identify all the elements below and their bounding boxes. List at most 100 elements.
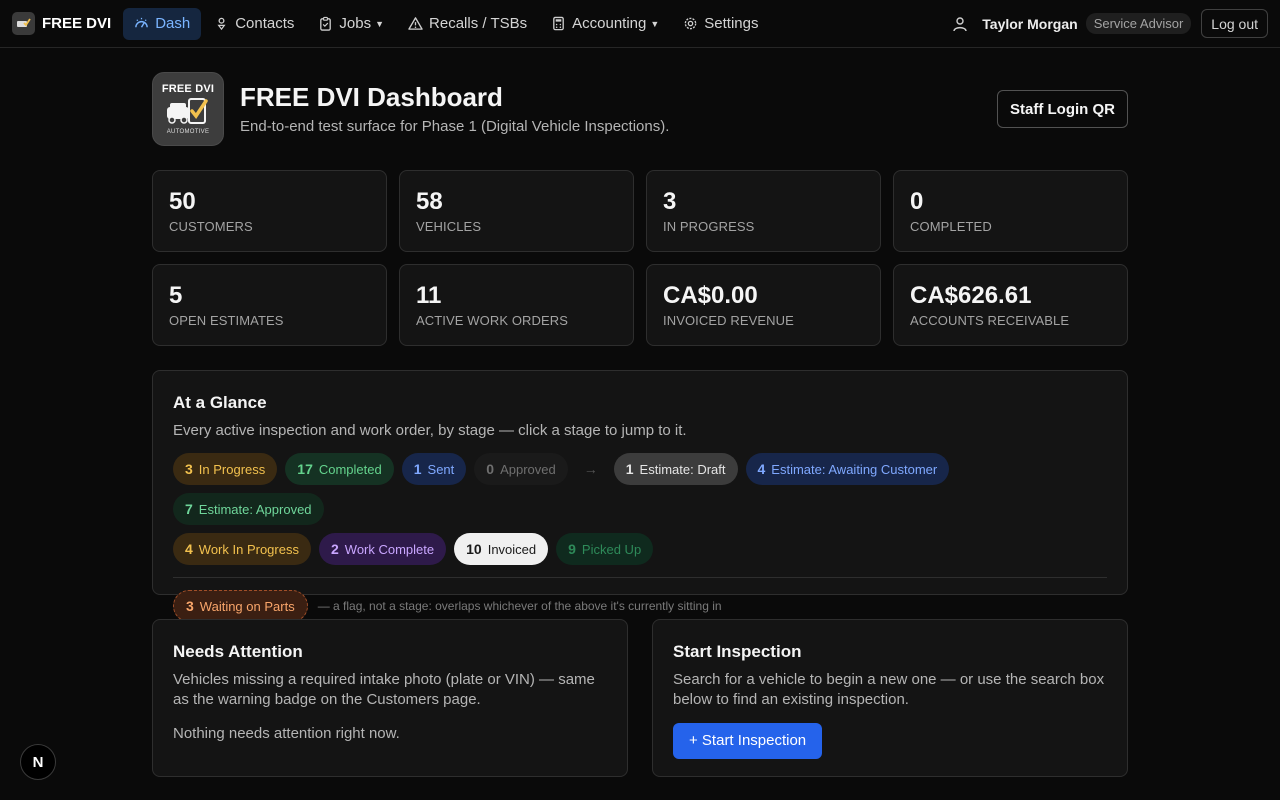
- logo-top-text: FREE DVI: [161, 83, 215, 95]
- stat-label: CUSTOMERS: [169, 219, 253, 235]
- stat-value: 11: [416, 282, 442, 309]
- stage-pill-picked-up[interactable]: 9 Picked Up: [556, 533, 654, 566]
- start-inspection-subtitle: Search for a vehicle to begin a new one …: [673, 671, 1105, 709]
- stage-count: 4: [757, 461, 766, 478]
- stage-label: In Progress: [198, 461, 266, 477]
- stage-pill-work-in-progress[interactable]: 4 Work In Progress: [173, 533, 311, 566]
- stat-label: IN PROGRESS: [663, 219, 755, 235]
- stage-pill-estimate-awaiting[interactable]: 4 Estimate: Awaiting Customer: [745, 453, 950, 486]
- nav-accounting-label: Accounting: [572, 15, 647, 32]
- brand-name: FREE DVI: [42, 15, 112, 32]
- stat-value: 3: [663, 188, 677, 215]
- nav-settings[interactable]: Settings: [672, 8, 769, 40]
- stat-value: 58: [416, 188, 443, 215]
- nav-recalls[interactable]: Recalls / TSBs: [397, 8, 538, 40]
- stat-label: COMPLETED: [910, 219, 992, 235]
- stat-card-open-estimates[interactable]: 5 OPEN ESTIMATES: [152, 264, 387, 346]
- nav-jobs[interactable]: Jobs ▼: [307, 8, 395, 40]
- stat-value: 50: [169, 188, 196, 215]
- main-nav: Dash Contacts Jobs ▼ Recalls / TSBs Acco…: [123, 7, 769, 40]
- stage-pill-invoiced[interactable]: 10 Invoiced: [454, 533, 549, 566]
- warning-icon: [408, 17, 423, 30]
- page-subtitle: End-to-end test surface for Phase 1 (Dig…: [240, 117, 670, 135]
- nav-recalls-label: Recalls / TSBs: [429, 15, 528, 32]
- dashboard-icon: [135, 17, 149, 28]
- bottom-cards: Needs Attention Vehicles missing a requi…: [152, 619, 1128, 777]
- page-header: FREE DVI AUTOMOTIVE FREE DVI Dashboard E…: [152, 72, 1128, 146]
- stage-pill-estimate-approved[interactable]: 7 Estimate: Approved: [173, 493, 324, 526]
- stage-pill-work-complete[interactable]: 2 Work Complete: [318, 533, 447, 566]
- nav-contacts[interactable]: Contacts: [203, 8, 305, 40]
- stage-pill-sent[interactable]: 1 Sent: [401, 453, 467, 486]
- stage-count: 2: [330, 541, 339, 558]
- stage-pill-completed[interactable]: 17 Completed: [285, 453, 394, 486]
- stage-pill-approved[interactable]: 0 Approved: [474, 453, 568, 486]
- divider: [173, 577, 1107, 579]
- stat-label: ACCOUNTS RECEIVABLE: [910, 313, 1070, 329]
- stage-label: Invoiced: [487, 541, 537, 557]
- nav-dash-label: Dash: [155, 15, 191, 32]
- stat-value: CA$0.00: [663, 282, 758, 309]
- flag-label: Waiting on Parts: [199, 598, 295, 614]
- stat-card-in-progress[interactable]: 3 IN PROGRESS: [646, 170, 881, 252]
- glance-subtitle: Every active inspection and work order, …: [173, 422, 687, 439]
- title-block: FREE DVI Dashboard End-to-end test surfa…: [240, 83, 669, 135]
- stage-count: 3: [185, 461, 193, 478]
- stat-label: OPEN ESTIMATES: [169, 313, 284, 329]
- clipboard-icon: [320, 16, 332, 31]
- at-a-glance-card: At a Glance Every active inspection and …: [152, 370, 1128, 623]
- stage-label: Sent: [427, 461, 455, 477]
- stage-count: 1: [625, 461, 634, 478]
- stage-count: 10: [466, 541, 482, 558]
- stage-label: Picked Up: [581, 541, 642, 557]
- dev-tools-badge-letter: N: [32, 753, 44, 771]
- needs-attention-title: Needs Attention: [173, 642, 303, 661]
- dev-tools-badge[interactable]: N: [20, 744, 56, 780]
- stage-label: Estimate: Draft: [639, 461, 726, 477]
- stat-label: ACTIVE WORK ORDERS: [416, 313, 569, 329]
- stage-count: 7: [185, 501, 193, 518]
- staff-login-qr-button[interactable]: Staff Login QR: [997, 90, 1128, 128]
- nav-dash[interactable]: Dash: [123, 7, 202, 40]
- stage-count: 17: [297, 461, 313, 478]
- top-nav: FREE DVI Dash Contacts Jobs ▼ Recalls / …: [0, 0, 1280, 48]
- nav-contacts-label: Contacts: [235, 15, 295, 32]
- flag-pill-waiting-on-parts[interactable]: 3 Waiting on Parts: [173, 590, 308, 623]
- stage-label: Work Complete: [344, 541, 435, 557]
- stage-pill-estimate-draft[interactable]: 1 Estimate: Draft: [613, 453, 738, 486]
- flag-count: 3: [186, 598, 194, 615]
- chevron-down-icon: ▼: [375, 18, 385, 29]
- page-title: FREE DVI Dashboard: [240, 82, 503, 113]
- stat-value: 5: [169, 282, 183, 309]
- main-content: FREE DVI AUTOMOTIVE FREE DVI Dashboard E…: [152, 48, 1128, 777]
- stage-pill-in-progress[interactable]: 3 In Progress: [173, 453, 278, 486]
- stat-card-active-work-orders[interactable]: 11 ACTIVE WORK ORDERS: [399, 264, 634, 346]
- needs-attention-empty: Nothing needs attention right now.: [173, 724, 400, 742]
- stat-card-completed[interactable]: 0 COMPLETED: [893, 170, 1128, 252]
- stat-card-customers[interactable]: 50 CUSTOMERS: [152, 170, 387, 252]
- car-check-icon: [167, 98, 208, 124]
- user-area: Taylor Morgan Service Advisor Log out: [952, 9, 1268, 38]
- logout-button[interactable]: Log out: [1201, 9, 1268, 38]
- stat-card-vehicles[interactable]: 58 VEHICLES: [399, 170, 634, 252]
- start-inspection-title: Start Inspection: [673, 642, 802, 661]
- stat-value: 0: [910, 188, 924, 215]
- flag-note: — a flag, not a stage: overlaps whicheve…: [317, 599, 722, 614]
- glance-title: At a Glance: [173, 393, 267, 412]
- stat-label: VEHICLES: [416, 219, 482, 235]
- brand[interactable]: FREE DVI: [12, 12, 111, 35]
- stat-label: INVOICED REVENUE: [663, 313, 794, 329]
- stage-count: 9: [568, 541, 576, 558]
- contacts-icon: [217, 17, 226, 31]
- stat-card-invoiced-revenue[interactable]: CA$0.00 INVOICED REVENUE: [646, 264, 881, 346]
- start-inspection-card: Start Inspection Search for a vehicle to…: [652, 619, 1128, 777]
- stat-card-accounts-receivable[interactable]: CA$626.61 ACCOUNTS RECEIVABLE: [893, 264, 1128, 346]
- chevron-down-icon: ▼: [650, 18, 660, 29]
- logo-bottom-text: AUTOMOTIVE: [166, 129, 210, 135]
- app-logo: FREE DVI AUTOMOTIVE: [152, 72, 224, 146]
- start-inspection-button[interactable]: + Start Inspection: [673, 722, 823, 759]
- gear-icon: [684, 17, 697, 30]
- nav-accounting[interactable]: Accounting ▼: [540, 8, 670, 40]
- stage-pills-row-2: 4 Work In Progress 2 Work Complete 10 Invoi…: [173, 533, 1107, 566]
- stage-count: 0: [486, 461, 495, 478]
